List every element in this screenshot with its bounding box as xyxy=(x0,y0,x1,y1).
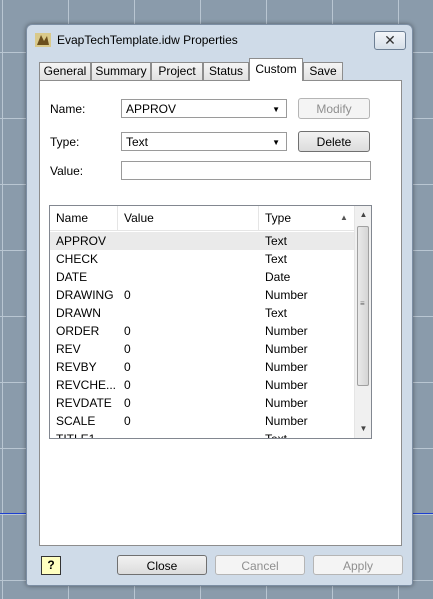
list-header: Name Value Type ▲ xyxy=(50,206,354,231)
cell-value: 0 xyxy=(124,414,131,428)
table-row[interactable]: APPROV Text xyxy=(50,232,354,250)
table-row[interactable]: REVDATE 0 Number xyxy=(50,394,354,412)
cell-type: Number xyxy=(265,378,308,392)
value-input[interactable] xyxy=(121,161,371,180)
table-row[interactable]: TITLE1 Text xyxy=(50,430,354,439)
cell-value: 0 xyxy=(124,378,131,392)
cell-name: TITLE1 xyxy=(56,432,96,439)
cell-type: Number xyxy=(265,288,308,302)
tab-custom[interactable]: Custom xyxy=(249,58,303,81)
cell-type: Date xyxy=(265,270,291,284)
cell-type: Number xyxy=(265,324,308,338)
scroll-up-arrow-icon[interactable]: ▲ xyxy=(355,206,371,223)
column-header-name[interactable]: Name xyxy=(50,206,118,230)
cell-name: REVDATE xyxy=(56,396,112,410)
tab-project[interactable]: Project xyxy=(151,62,203,80)
tab-status[interactable]: Status xyxy=(203,62,249,80)
table-row[interactable]: REVCHE... 0 Number xyxy=(50,376,354,394)
chevron-down-icon[interactable]: ▼ xyxy=(272,133,280,152)
cell-type: Number xyxy=(265,414,308,428)
column-header-value[interactable]: Value xyxy=(118,206,259,230)
cell-name: REVBY xyxy=(56,360,97,374)
table-row[interactable]: DATE Date xyxy=(50,268,354,286)
table-row[interactable]: DRAWN Text xyxy=(50,304,354,322)
delete-button[interactable]: Delete xyxy=(298,131,370,152)
title-bar[interactable]: EvapTechTemplate.idw Properties ✕ xyxy=(27,25,412,55)
cell-value: 0 xyxy=(124,342,131,356)
cell-type: Number xyxy=(265,360,308,374)
cell-value: 0 xyxy=(124,396,131,410)
table-row[interactable]: SCALE 0 Number xyxy=(50,412,354,430)
close-button[interactable]: Close xyxy=(117,555,207,575)
cell-name: REV xyxy=(56,342,81,356)
cell-name: DRAWING xyxy=(56,288,114,302)
chevron-down-icon[interactable]: ▼ xyxy=(272,100,280,119)
value-label: Value: xyxy=(50,164,84,178)
cell-name: CHECK xyxy=(56,252,99,266)
apply-button[interactable]: Apply xyxy=(313,555,403,575)
table-row[interactable]: DRAWING 0 Number xyxy=(50,286,354,304)
type-label: Type: xyxy=(50,135,80,149)
cell-name: DRAWN xyxy=(56,306,101,320)
inventor-app-icon xyxy=(35,33,51,47)
cell-type: Text xyxy=(265,234,288,248)
custom-properties-list[interactable]: Name Value Type ▲ APPROV Text CHECK Text DAT… xyxy=(49,205,372,439)
window-title: EvapTechTemplate.idw Properties xyxy=(57,33,238,47)
cell-type: Number xyxy=(265,342,308,356)
type-combobox[interactable]: Text ▼ xyxy=(121,132,287,151)
sort-ascending-icon: ▲ xyxy=(340,213,348,222)
name-label: Name: xyxy=(50,102,86,116)
cell-type: Text xyxy=(265,432,288,439)
tab-summary[interactable]: Summary xyxy=(91,62,151,80)
tab-save[interactable]: Save xyxy=(303,62,343,80)
cell-name: ORDER xyxy=(56,324,100,338)
name-combobox[interactable]: APPROV ▼ xyxy=(121,99,287,118)
cell-type: Text xyxy=(265,306,288,320)
cell-value: 0 xyxy=(124,360,131,374)
cell-type: Number xyxy=(265,396,308,410)
cell-name: SCALE xyxy=(56,414,96,428)
properties-dialog: EvapTechTemplate.idw Properties ✕ Genera… xyxy=(26,24,413,586)
scroll-down-arrow-icon[interactable]: ▼ xyxy=(355,420,371,437)
custom-tab-panel: Name: APPROV ▼ Modify Type: Text ▼ Delet… xyxy=(39,80,402,546)
close-window-button[interactable]: ✕ xyxy=(374,31,406,50)
grip-icon: ≡ xyxy=(360,299,365,308)
table-row[interactable]: REV 0 Number xyxy=(50,340,354,358)
type-value: Text xyxy=(126,135,149,149)
cell-name: DATE xyxy=(56,270,88,284)
cell-type: Text xyxy=(265,252,288,266)
table-row[interactable]: REVBY 0 Number xyxy=(50,358,354,376)
cell-value: 0 xyxy=(124,324,131,338)
scrollbar-thumb[interactable]: ≡ xyxy=(357,226,369,386)
cell-name: REVCHE... xyxy=(56,378,117,392)
tab-general[interactable]: General xyxy=(39,62,91,80)
vertical-scrollbar[interactable]: ▲ ≡ ▼ xyxy=(354,206,371,438)
modify-button[interactable]: Modify xyxy=(298,98,370,119)
name-value: APPROV xyxy=(126,102,177,116)
cell-name: APPROV xyxy=(56,234,107,248)
help-button[interactable]: ? xyxy=(41,556,61,575)
table-row[interactable]: ORDER 0 Number xyxy=(50,322,354,340)
table-row[interactable]: CHECK Text xyxy=(50,250,354,268)
cell-value: 0 xyxy=(124,288,131,302)
cancel-button[interactable]: Cancel xyxy=(215,555,305,575)
